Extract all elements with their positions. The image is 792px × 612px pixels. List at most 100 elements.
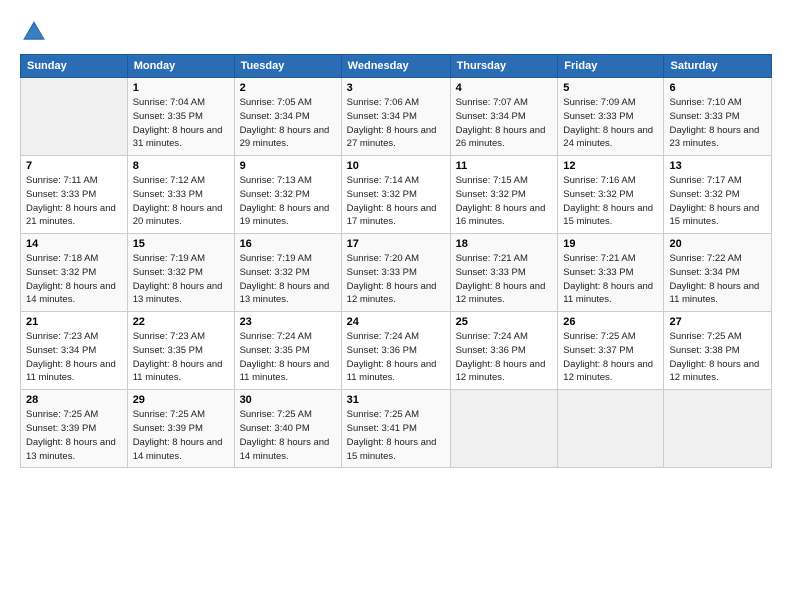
- day-number: 7: [26, 160, 122, 172]
- day-info: Sunrise: 7:04 AMSunset: 3:35 PMDaylight:…: [133, 96, 229, 151]
- weekday-header: Sunday: [21, 55, 128, 78]
- day-number: 19: [563, 238, 658, 250]
- day-info: Sunrise: 7:22 AMSunset: 3:34 PMDaylight:…: [669, 252, 766, 307]
- day-info: Sunrise: 7:07 AMSunset: 3:34 PMDaylight:…: [456, 96, 553, 151]
- day-info: Sunrise: 7:25 AMSunset: 3:39 PMDaylight:…: [133, 408, 229, 463]
- day-number: 11: [456, 160, 553, 172]
- day-number: 27: [669, 316, 766, 328]
- weekday-header: Tuesday: [234, 55, 341, 78]
- day-number: 5: [563, 82, 658, 94]
- day-number: 15: [133, 238, 229, 250]
- weekday-header-row: SundayMondayTuesdayWednesdayThursdayFrid…: [21, 55, 772, 78]
- weekday-header: Monday: [127, 55, 234, 78]
- weekday-header: Thursday: [450, 55, 558, 78]
- day-info: Sunrise: 7:25 AMSunset: 3:39 PMDaylight:…: [26, 408, 122, 463]
- calendar-cell: 10 Sunrise: 7:14 AMSunset: 3:32 PMDayligh…: [341, 156, 450, 234]
- day-info: Sunrise: 7:25 AMSunset: 3:37 PMDaylight:…: [563, 330, 658, 385]
- day-number: 20: [669, 238, 766, 250]
- calendar-cell: 15 Sunrise: 7:19 AMSunset: 3:32 PMDayligh…: [127, 234, 234, 312]
- day-info: Sunrise: 7:05 AMSunset: 3:34 PMDaylight:…: [240, 96, 336, 151]
- day-number: 8: [133, 160, 229, 172]
- day-info: Sunrise: 7:21 AMSunset: 3:33 PMDaylight:…: [456, 252, 553, 307]
- calendar-week-row: 28 Sunrise: 7:25 AMSunset: 3:39 PMDayligh…: [21, 390, 772, 468]
- calendar-week-row: 21Sunrise: 7:23 AMSunset: 3:34 PMDayligh…: [21, 312, 772, 390]
- day-number: 16: [240, 238, 336, 250]
- calendar-cell: 24Sunrise: 7:24 AMSunset: 3:36 PMDayligh…: [341, 312, 450, 390]
- day-number: 1: [133, 82, 229, 94]
- day-info: Sunrise: 7:14 AMSunset: 3:32 PMDaylight:…: [347, 174, 445, 229]
- calendar-cell: 4 Sunrise: 7:07 AMSunset: 3:34 PMDaylight…: [450, 78, 558, 156]
- calendar-cell: [664, 390, 772, 468]
- day-info: Sunrise: 7:10 AMSunset: 3:33 PMDaylight:…: [669, 96, 766, 151]
- day-info: Sunrise: 7:16 AMSunset: 3:32 PMDaylight:…: [563, 174, 658, 229]
- day-number: 9: [240, 160, 336, 172]
- day-info: Sunrise: 7:24 AMSunset: 3:36 PMDaylight:…: [456, 330, 553, 385]
- day-number: 4: [456, 82, 553, 94]
- day-info: Sunrise: 7:19 AMSunset: 3:32 PMDaylight:…: [240, 252, 336, 307]
- day-number: 13: [669, 160, 766, 172]
- calendar-cell: 8 Sunrise: 7:12 AMSunset: 3:33 PMDaylight…: [127, 156, 234, 234]
- day-info: Sunrise: 7:21 AMSunset: 3:33 PMDaylight:…: [563, 252, 658, 307]
- day-info: Sunrise: 7:25 AMSunset: 3:41 PMDaylight:…: [347, 408, 445, 463]
- calendar-cell: 7 Sunrise: 7:11 AMSunset: 3:33 PMDaylight…: [21, 156, 128, 234]
- calendar-week-row: 7 Sunrise: 7:11 AMSunset: 3:33 PMDaylight…: [21, 156, 772, 234]
- day-number: 26: [563, 316, 658, 328]
- day-info: Sunrise: 7:06 AMSunset: 3:34 PMDaylight:…: [347, 96, 445, 151]
- weekday-header: Wednesday: [341, 55, 450, 78]
- calendar-cell: 29Sunrise: 7:25 AMSunset: 3:39 PMDayligh…: [127, 390, 234, 468]
- calendar-cell: 3 Sunrise: 7:06 AMSunset: 3:34 PMDaylight…: [341, 78, 450, 156]
- calendar-week-row: 1 Sunrise: 7:04 AMSunset: 3:35 PMDaylight…: [21, 78, 772, 156]
- calendar-cell: 12 Sunrise: 7:16 AMSunset: 3:32 PMDayligh…: [558, 156, 664, 234]
- day-info: Sunrise: 7:23 AMSunset: 3:34 PMDaylight:…: [26, 330, 122, 385]
- day-info: Sunrise: 7:19 AMSunset: 3:32 PMDaylight:…: [133, 252, 229, 307]
- day-number: 2: [240, 82, 336, 94]
- calendar-cell: 1 Sunrise: 7:04 AMSunset: 3:35 PMDaylight…: [127, 78, 234, 156]
- calendar-cell: 18 Sunrise: 7:21 AMSunset: 3:33 PMDayligh…: [450, 234, 558, 312]
- calendar-cell: 20 Sunrise: 7:22 AMSunset: 3:34 PMDayligh…: [664, 234, 772, 312]
- day-number: 6: [669, 82, 766, 94]
- day-info: Sunrise: 7:18 AMSunset: 3:32 PMDaylight:…: [26, 252, 122, 307]
- calendar-cell: 26 Sunrise: 7:25 AMSunset: 3:37 PMDayligh…: [558, 312, 664, 390]
- calendar: SundayMondayTuesdayWednesdayThursdayFrid…: [20, 54, 772, 468]
- day-number: 14: [26, 238, 122, 250]
- calendar-cell: 22 Sunrise: 7:23 AMSunset: 3:35 PMDayligh…: [127, 312, 234, 390]
- calendar-cell: [21, 78, 128, 156]
- header: [20, 18, 772, 46]
- day-number: 10: [347, 160, 445, 172]
- calendar-cell: 5 Sunrise: 7:09 AMSunset: 3:33 PMDaylight…: [558, 78, 664, 156]
- calendar-cell: 21Sunrise: 7:23 AMSunset: 3:34 PMDayligh…: [21, 312, 128, 390]
- day-number: 30: [240, 394, 336, 406]
- calendar-cell: 28 Sunrise: 7:25 AMSunset: 3:39 PMDayligh…: [21, 390, 128, 468]
- calendar-cell: 25Sunrise: 7:24 AMSunset: 3:36 PMDayligh…: [450, 312, 558, 390]
- calendar-cell: 16 Sunrise: 7:19 AMSunset: 3:32 PMDayligh…: [234, 234, 341, 312]
- day-info: Sunrise: 7:13 AMSunset: 3:32 PMDaylight:…: [240, 174, 336, 229]
- calendar-cell: 23 Sunrise: 7:24 AMSunset: 3:35 PMDayligh…: [234, 312, 341, 390]
- day-number: 22: [133, 316, 229, 328]
- calendar-cell: 13 Sunrise: 7:17 AMSunset: 3:32 PMDayligh…: [664, 156, 772, 234]
- day-info: Sunrise: 7:23 AMSunset: 3:35 PMDaylight:…: [133, 330, 229, 385]
- day-info: Sunrise: 7:24 AMSunset: 3:35 PMDaylight:…: [240, 330, 336, 385]
- day-info: Sunrise: 7:25 AMSunset: 3:38 PMDaylight:…: [669, 330, 766, 385]
- day-info: Sunrise: 7:09 AMSunset: 3:33 PMDaylight:…: [563, 96, 658, 151]
- day-number: 17: [347, 238, 445, 250]
- calendar-cell: 30 Sunrise: 7:25 AMSunset: 3:40 PMDayligh…: [234, 390, 341, 468]
- day-info: Sunrise: 7:11 AMSunset: 3:33 PMDaylight:…: [26, 174, 122, 229]
- day-number: 3: [347, 82, 445, 94]
- logo: [20, 18, 52, 46]
- calendar-cell: 2 Sunrise: 7:05 AMSunset: 3:34 PMDaylight…: [234, 78, 341, 156]
- day-number: 31: [347, 394, 445, 406]
- day-info: Sunrise: 7:12 AMSunset: 3:33 PMDaylight:…: [133, 174, 229, 229]
- day-number: 18: [456, 238, 553, 250]
- day-info: Sunrise: 7:17 AMSunset: 3:32 PMDaylight:…: [669, 174, 766, 229]
- calendar-cell: [558, 390, 664, 468]
- day-number: 23: [240, 316, 336, 328]
- logo-icon: [20, 18, 48, 46]
- weekday-header: Friday: [558, 55, 664, 78]
- calendar-cell: 19 Sunrise: 7:21 AMSunset: 3:33 PMDayligh…: [558, 234, 664, 312]
- day-number: 12: [563, 160, 658, 172]
- weekday-header: Saturday: [664, 55, 772, 78]
- day-info: Sunrise: 7:24 AMSunset: 3:36 PMDaylight:…: [347, 330, 445, 385]
- day-info: Sunrise: 7:25 AMSunset: 3:40 PMDaylight:…: [240, 408, 336, 463]
- calendar-week-row: 14 Sunrise: 7:18 AMSunset: 3:32 PMDayligh…: [21, 234, 772, 312]
- day-number: 28: [26, 394, 122, 406]
